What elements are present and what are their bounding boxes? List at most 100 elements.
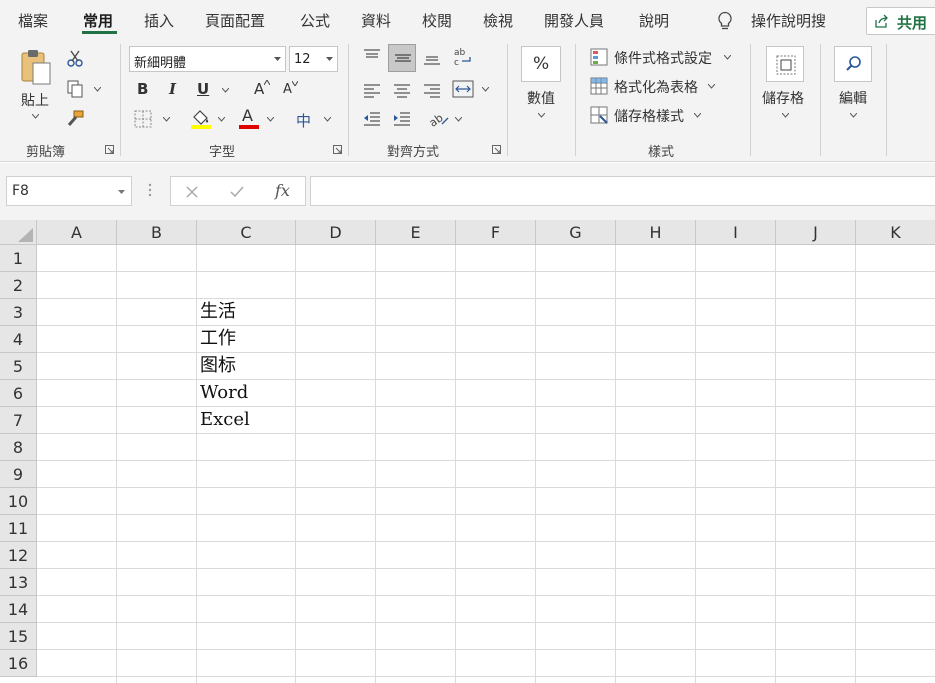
row-header-15[interactable]: 15 [0, 623, 37, 650]
merge-center-icon[interactable] [452, 79, 474, 99]
tab-data[interactable]: 資料 [361, 10, 391, 31]
tab-developer[interactable]: 開發人員 [544, 10, 604, 31]
column-header-h[interactable]: H [616, 220, 696, 245]
clipboard-launcher-icon[interactable] [105, 145, 114, 154]
row-header-2[interactable]: 2 [0, 272, 37, 299]
worksheet-grid[interactable]: ABCDEFGHIJK 1 2 3 4 5 6 7 8 9 10 11 12 13 14 15 16 生活 工作… [0, 220, 935, 683]
cell-c6[interactable]: Word [200, 380, 248, 406]
column-header-b[interactable]: B [117, 220, 197, 245]
conditional-formatting-button[interactable]: 條件式格式設定 [588, 46, 738, 68]
number-format-button[interactable]: % 數值 [518, 44, 564, 128]
increase-indent-icon[interactable] [392, 110, 412, 128]
cell-styles-button[interactable]: 儲存格樣式 [588, 104, 713, 126]
row-header-13[interactable]: 13 [0, 569, 37, 596]
cells-button[interactable]: 儲存格 [760, 44, 810, 128]
tab-review[interactable]: 校閱 [422, 10, 452, 31]
increase-font-button[interactable]: A [254, 80, 264, 98]
fill-color-dropdown-icon[interactable] [218, 117, 225, 122]
format-painter-icon[interactable] [66, 110, 84, 128]
percent-icon: % [521, 46, 561, 82]
row-header-8[interactable]: 8 [0, 434, 37, 461]
tab-page-layout[interactable]: 頁面配置 [205, 10, 265, 31]
row-header-14[interactable]: 14 [0, 596, 37, 623]
tab-insert[interactable]: 插入 [144, 10, 174, 31]
copy-dropdown-icon[interactable] [94, 87, 101, 92]
decrease-font-button[interactable]: A [283, 82, 292, 97]
row-header-10[interactable]: 10 [0, 488, 37, 515]
select-all-corner[interactable] [0, 220, 37, 245]
column-header-g[interactable]: G [536, 220, 616, 245]
underline-dropdown-icon[interactable] [222, 88, 229, 93]
merge-dropdown-icon[interactable] [482, 87, 489, 92]
row-header-9[interactable]: 9 [0, 461, 37, 488]
align-left-icon[interactable] [362, 82, 382, 98]
phonetic-dropdown-icon[interactable] [324, 117, 331, 122]
borders-dropdown-icon[interactable] [163, 117, 170, 122]
enter-check-icon[interactable] [229, 185, 245, 199]
row-header-12[interactable]: 12 [0, 542, 37, 569]
cell-c4[interactable]: 工作 [200, 326, 236, 352]
align-bottom-icon[interactable] [422, 50, 442, 66]
orientation-icon[interactable]: ab [428, 108, 450, 128]
row-header-16[interactable]: 16 [0, 650, 37, 677]
column-header-j[interactable]: J [776, 220, 856, 245]
decrease-indent-icon[interactable] [362, 110, 382, 128]
row-header-1[interactable]: 1 [0, 245, 37, 272]
column-header-f[interactable]: F [456, 220, 536, 245]
chevron-down-icon [708, 84, 715, 89]
tell-me-search[interactable]: 操作說明搜 [751, 10, 826, 31]
editing-button[interactable]: 編輯 [830, 44, 876, 128]
borders-icon[interactable] [134, 110, 152, 128]
row-header-7[interactable]: 7 [0, 407, 37, 434]
bold-button[interactable]: B [137, 80, 148, 98]
font-size-combo[interactable]: 12 [289, 46, 338, 72]
tab-formulas[interactable]: 公式 [300, 10, 330, 31]
column-header-a[interactable]: A [37, 220, 117, 245]
insert-function-icon[interactable]: fx [275, 181, 290, 200]
copy-icon[interactable] [66, 80, 84, 98]
font-launcher-icon[interactable] [333, 145, 342, 154]
resize-handle-icon[interactable] [148, 183, 152, 197]
cut-icon[interactable] [66, 50, 84, 68]
formula-input[interactable] [310, 176, 935, 206]
column-header-d[interactable]: D [296, 220, 376, 245]
wrap-text-icon[interactable]: ab c [452, 46, 474, 68]
align-right-icon[interactable] [422, 82, 442, 98]
italic-button[interactable]: I [169, 80, 176, 98]
share-button[interactable]: 共用 [866, 7, 935, 35]
font-color-dropdown-icon[interactable] [267, 117, 274, 122]
cancel-icon[interactable] [185, 185, 199, 199]
font-color-button[interactable]: A [238, 106, 260, 130]
tab-home[interactable]: 常用 [83, 10, 113, 31]
font-name-combo[interactable]: 新細明體 [129, 46, 286, 72]
align-top-icon[interactable] [362, 48, 382, 64]
lightbulb-icon[interactable] [716, 11, 734, 31]
underline-button[interactable]: U [197, 80, 209, 98]
phonetic-button[interactable]: 中 [296, 110, 311, 131]
align-middle-button[interactable] [388, 44, 416, 72]
column-header-e[interactable]: E [376, 220, 456, 245]
row-header-6[interactable]: 6 [0, 380, 37, 407]
name-box[interactable]: F8 [6, 176, 132, 206]
column-header-k[interactable]: K [856, 220, 935, 245]
column-header-c[interactable]: C [197, 220, 296, 245]
tab-view[interactable]: 檢視 [483, 10, 513, 31]
chevron-down-icon[interactable] [118, 190, 125, 195]
cell-c7[interactable]: Excel [200, 407, 250, 433]
tab-file[interactable]: 檔案 [18, 10, 48, 31]
column-header-i[interactable]: I [696, 220, 776, 245]
fill-color-icon[interactable] [190, 108, 212, 130]
row-header-4[interactable]: 4 [0, 326, 37, 353]
cell-styles-icon [590, 106, 608, 124]
cell-c5[interactable]: 图标 [200, 353, 236, 379]
paste-button[interactable]: 貼上 [14, 44, 58, 124]
orientation-dropdown-icon[interactable] [455, 117, 462, 122]
row-header-11[interactable]: 11 [0, 515, 37, 542]
row-header-3[interactable]: 3 [0, 299, 37, 326]
tab-help[interactable]: 說明 [639, 10, 669, 31]
row-header-5[interactable]: 5 [0, 353, 37, 380]
align-center-icon[interactable] [392, 82, 412, 98]
alignment-launcher-icon[interactable] [492, 145, 501, 154]
format-as-table-button[interactable]: 格式化為表格 [588, 75, 728, 97]
cell-c3[interactable]: 生活 [200, 299, 236, 325]
